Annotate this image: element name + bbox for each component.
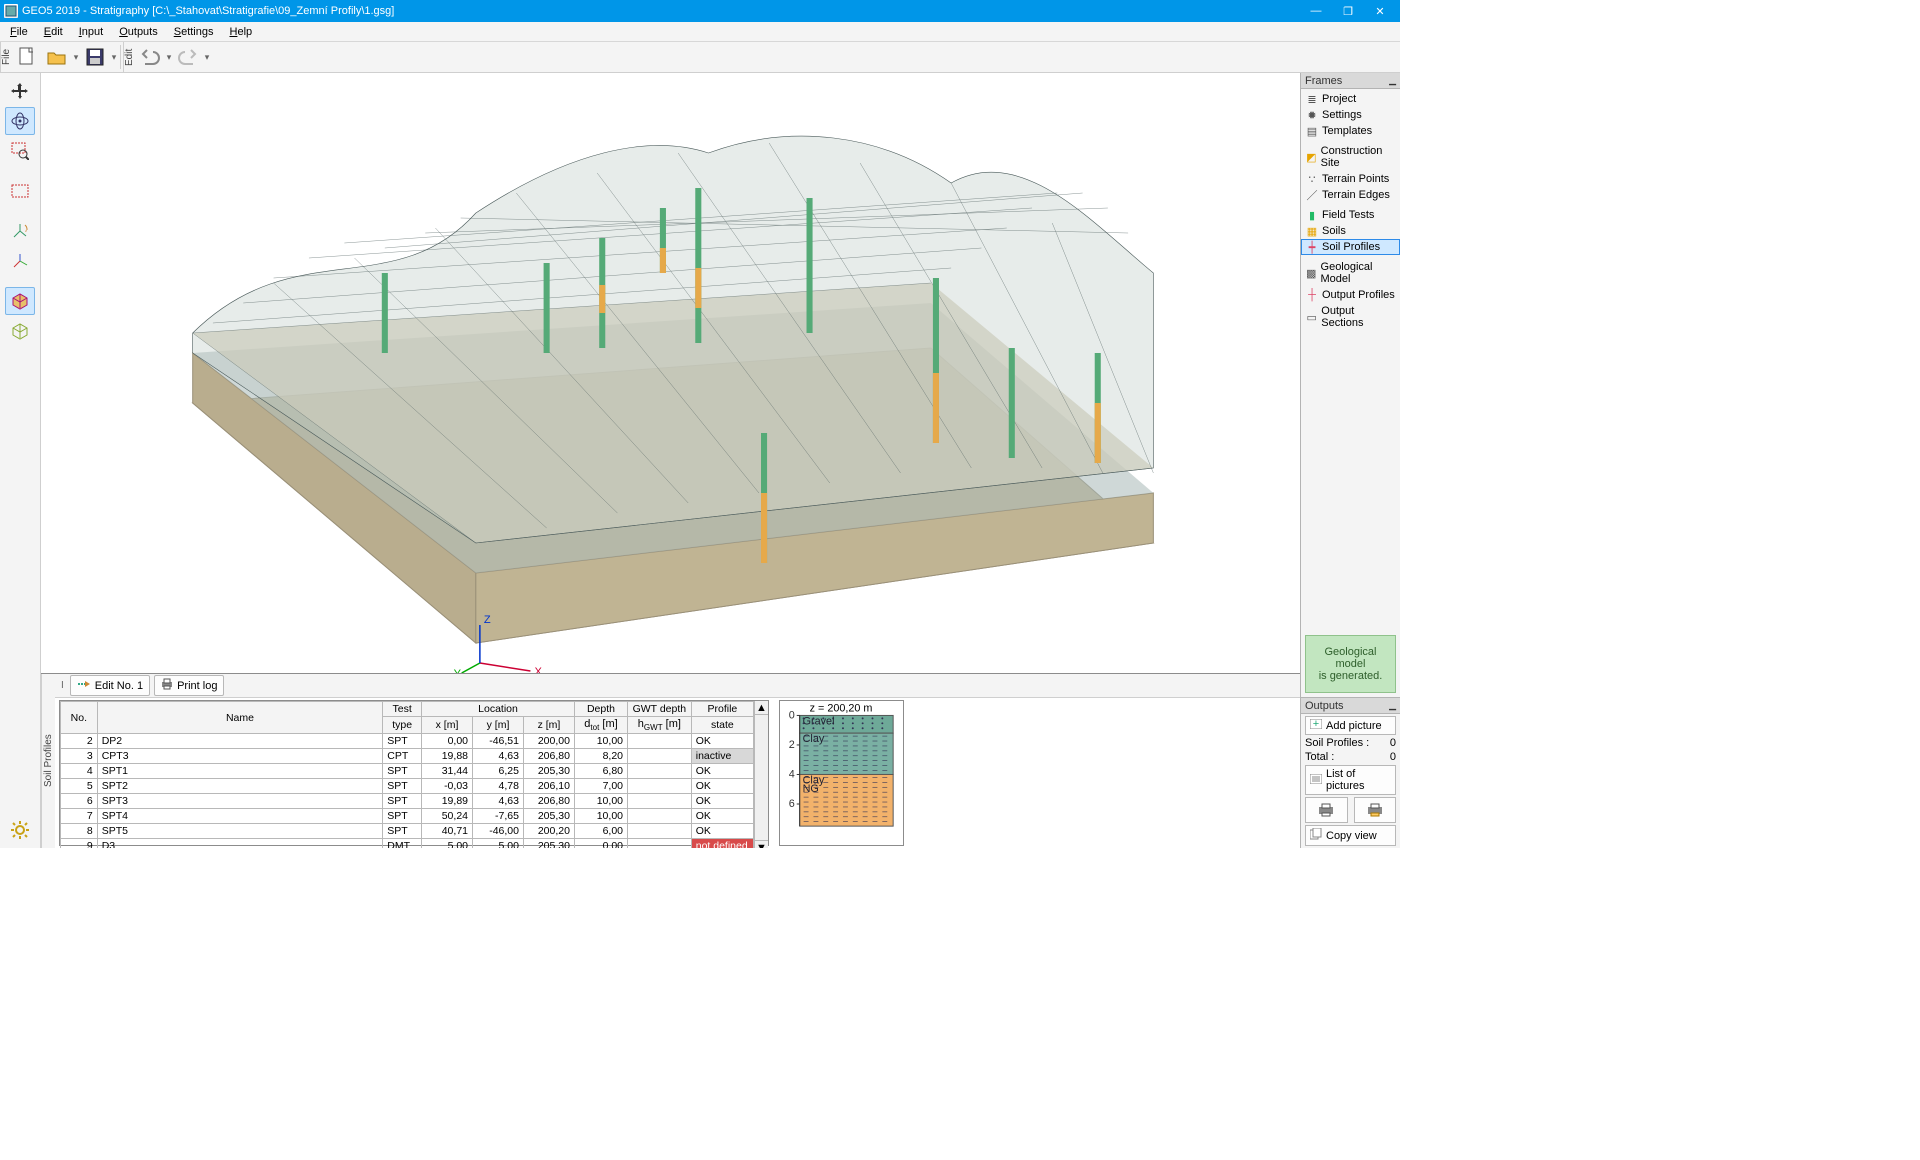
print-bw-button[interactable] <box>1305 797 1348 823</box>
add-picture-icon: + <box>1310 719 1322 732</box>
menu-outputs[interactable]: Outputs <box>111 24 166 40</box>
panel-minimize-icon[interactable]: ▁ <box>1389 75 1396 86</box>
status-box: Geological model is generated. <box>1305 635 1396 693</box>
svg-text:6: 6 <box>789 798 795 810</box>
redo-button[interactable] <box>173 43 203 71</box>
copy-view-button[interactable]: Copy view <box>1305 825 1396 846</box>
axes-cycle-tool[interactable] <box>5 217 35 245</box>
frame-item-output-profiles[interactable]: ┼Output Profiles <box>1301 287 1400 303</box>
window-title: GEO5 2019 - Stratigraphy [C:\_Stahovat\S… <box>22 5 1300 17</box>
frame-item-settings[interactable]: ✹Settings <box>1301 107 1400 123</box>
svg-text:0: 0 <box>789 709 795 721</box>
table-row[interactable]: 7SPT4SPT 50,24-7,65205,30 10,00 OK <box>61 809 754 824</box>
frame-item-project[interactable]: ≣Project <box>1301 91 1400 107</box>
menu-edit[interactable]: Edit <box>36 24 71 40</box>
minimize-button[interactable]: ― <box>1300 0 1332 22</box>
shaded-view-tool[interactable] <box>5 287 35 315</box>
toolbar-group-file: File <box>0 42 12 72</box>
new-file-button[interactable] <box>12 43 42 71</box>
print-color-button[interactable] <box>1354 797 1397 823</box>
table-row[interactable]: 5SPT2SPT -0,034,78206,10 7,00 OK <box>61 779 754 794</box>
toolbar: File ▾ ▾ Edit ▾ ▾ <box>0 42 1400 73</box>
frame-item-terrain-edges[interactable]: ／Terrain Edges <box>1301 187 1400 203</box>
list-pictures-button[interactable]: List of pictures <box>1305 765 1396 795</box>
frame-item-terrain-points[interactable]: ∵Terrain Points <box>1301 171 1400 187</box>
titlebar: GEO5 2019 - Stratigraphy [C:\_Stahovat\S… <box>0 0 1400 22</box>
svg-text:z = 200,20 m: z = 200,20 m <box>810 703 873 715</box>
svg-text:+: + <box>1313 719 1319 729</box>
right-panel: Frames▁ ≣Project✹Settings▤Templates ◩Cons… <box>1300 73 1400 848</box>
move-tool[interactable] <box>5 77 35 105</box>
frames-list: ≣Project✹Settings▤Templates ◩Construction… <box>1301 89 1400 333</box>
svg-text:2: 2 <box>789 739 795 751</box>
add-picture-button[interactable]: + Add picture <box>1305 716 1396 735</box>
frame-item-geological-model[interactable]: ▩Geological Model <box>1301 259 1400 287</box>
profiles-table[interactable]: No. Name Test Location Depth GWT depth P… <box>59 700 769 846</box>
open-file-button[interactable] <box>42 43 72 71</box>
select-rect-tool[interactable] <box>5 177 35 205</box>
undo-button[interactable] <box>135 43 165 71</box>
list-icon <box>1310 774 1322 787</box>
toolbar-group-edit: Edit <box>123 42 135 72</box>
settings-gear-button[interactable] <box>5 816 35 844</box>
svg-text:Clay: Clay <box>803 733 825 745</box>
svg-text:Y: Y <box>454 668 462 673</box>
wire-view-tool[interactable] <box>5 317 35 345</box>
frame-item-construction-site[interactable]: ◩Construction Site <box>1301 143 1400 171</box>
tab-marker: I <box>59 680 66 691</box>
axes-xyz-tool[interactable] <box>5 247 35 275</box>
view-tools <box>0 73 41 848</box>
bottom-tab-label: Soil Profiles <box>41 674 55 848</box>
outputs-header: Outputs▁ <box>1301 698 1400 714</box>
edit-icon <box>77 678 91 693</box>
table-row[interactable]: 8SPT5SPT 40,71-46,00200,20 6,00 OK <box>61 824 754 839</box>
table-row[interactable]: 4SPT1SPT 31,446,25205,30 6,80 OK <box>61 764 754 779</box>
copy-icon <box>1310 828 1322 843</box>
frame-item-soil-profiles[interactable]: ┿Soil Profiles <box>1301 239 1400 255</box>
zoom-rect-tool[interactable] <box>5 137 35 165</box>
menubar: File Edit Input Outputs Settings Help <box>0 22 1400 42</box>
table-row[interactable]: 3CPT3CPT 19,884,63206,80 8,20 inactive <box>61 749 754 764</box>
svg-text:X: X <box>534 666 542 673</box>
app-icon <box>4 4 18 18</box>
3d-viewport[interactable]: X Y Z <box>41 73 1300 673</box>
frame-item-soils[interactable]: ▦Soils <box>1301 223 1400 239</box>
print-log-button[interactable]: Print log <box>154 675 224 696</box>
svg-text:Gravel: Gravel <box>803 715 835 727</box>
frame-item-field-tests[interactable]: ▮Field Tests <box>1301 207 1400 223</box>
frame-item-templates[interactable]: ▤Templates <box>1301 123 1400 139</box>
table-scrollbar[interactable]: ▲ ▼ <box>754 701 768 848</box>
profile-preview: z = 200,20 m GravelClayClayNG 0246 <box>779 700 904 846</box>
edit-button[interactable]: Edit No. 1 <box>70 675 150 696</box>
frame-item-output-sections[interactable]: ▭Output Sections <box>1301 303 1400 331</box>
svg-text:Z: Z <box>484 614 491 626</box>
table-row[interactable]: 6SPT3SPT 19,894,63206,80 10,00 OK <box>61 794 754 809</box>
orbit-tool[interactable] <box>5 107 35 135</box>
print-icon <box>161 678 173 693</box>
save-file-button[interactable] <box>80 43 110 71</box>
menu-input[interactable]: Input <box>71 24 111 40</box>
table-row[interactable]: 2DP2SPT 0,00-46,51200,00 10,00 OK <box>61 734 754 749</box>
close-button[interactable]: ✕ <box>1364 0 1396 22</box>
maximize-button[interactable]: ❐ <box>1332 0 1364 22</box>
menu-file[interactable]: File <box>2 24 36 40</box>
svg-text:4: 4 <box>789 768 795 780</box>
menu-help[interactable]: Help <box>222 24 261 40</box>
svg-text:NG: NG <box>803 783 819 795</box>
frames-header: Frames▁ <box>1301 73 1400 89</box>
menu-settings[interactable]: Settings <box>166 24 222 40</box>
table-row[interactable]: 9D3DMT 5,005,00205,30 0,00 not defined <box>61 839 754 848</box>
